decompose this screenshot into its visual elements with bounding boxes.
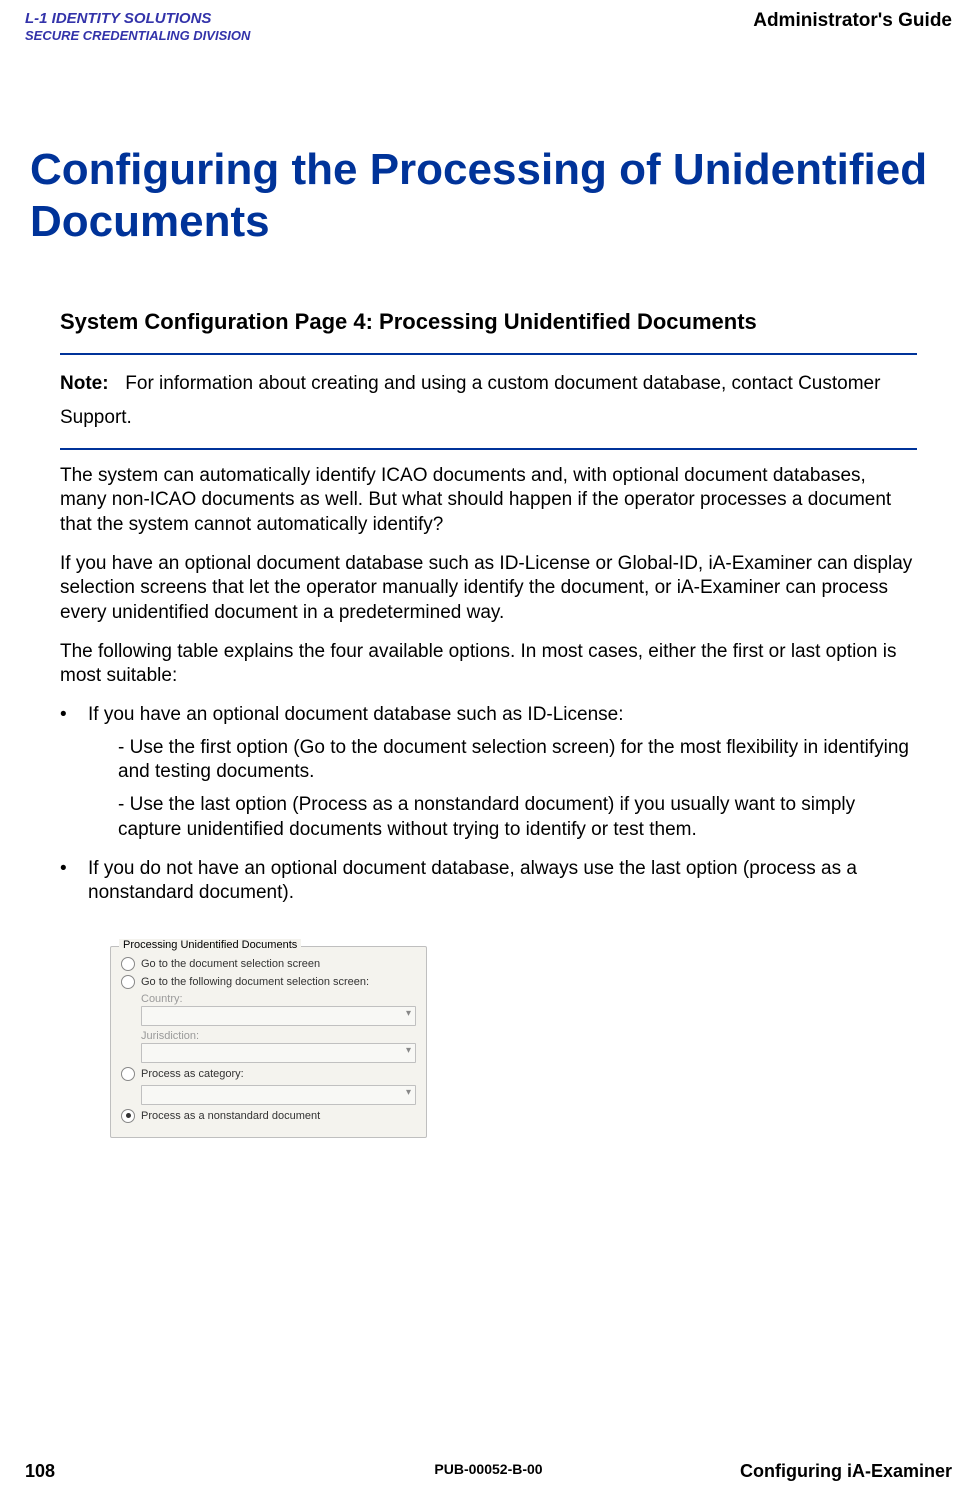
divider-bottom [60, 448, 917, 450]
jurisdiction-label: Jurisdiction: [141, 1030, 416, 1042]
page-number: 108 [25, 1461, 55, 1482]
bullet-item-1: If you have an optional document databas… [60, 703, 917, 842]
bullet-1-sub1: - Use the first option (Go to the docume… [118, 736, 917, 785]
paragraph-3: The following table explains the four av… [60, 640, 917, 689]
radio-icon-selected[interactable] [121, 1109, 135, 1123]
bullet-1-sub2: - Use the last option (Process as a nons… [118, 793, 917, 842]
panel-title: Processing Unidentified Documents [119, 939, 301, 951]
page-footer: 108 PUB-00052-B-00 Configuring iA-Examin… [0, 1461, 977, 1482]
logo-line2: SECURE CREDENTIALING DIVISION [25, 28, 250, 44]
publication-id: PUB-00052-B-00 [434, 1461, 542, 1477]
radio-option-3-label: Process as category: [141, 1068, 244, 1080]
page-title: Configuring the Processing of Unidentifi… [30, 144, 977, 250]
bullet-list: If you have an optional document databas… [60, 703, 917, 906]
logo-line1: L-1 IDENTITY SOLUTIONS [25, 10, 250, 28]
jurisdiction-combobox[interactable] [141, 1043, 416, 1063]
radio-icon[interactable] [121, 975, 135, 989]
radio-option-2-row[interactable]: Go to the following document selection s… [121, 975, 416, 989]
section-subtitle: System Configuration Page 4: Processing … [60, 309, 917, 335]
radio-option-1-label: Go to the document selection screen [141, 958, 320, 970]
brand-logo: L-1 IDENTITY SOLUTIONS SECURE CREDENTIAL… [25, 10, 250, 44]
radio-option-3-row[interactable]: Process as category: [121, 1067, 416, 1081]
radio-icon[interactable] [121, 1067, 135, 1081]
paragraph-1: The system can automatically identify IC… [60, 464, 917, 538]
radio-option-2-label: Go to the following document selection s… [141, 976, 369, 988]
radio-icon[interactable] [121, 957, 135, 971]
note-text: For information about creating and using… [60, 373, 880, 428]
country-label: Country: [141, 993, 416, 1005]
radio-option-1-row[interactable]: Go to the document selection screen [121, 957, 416, 971]
bullet-2-text: If you do not have an optional document … [88, 857, 917, 906]
bullet-item-2: If you do not have an optional document … [60, 857, 917, 906]
radio-option-4-label: Process as a nonstandard document [141, 1110, 320, 1122]
divider-top [60, 353, 917, 355]
note-block: Note: For information about creating and… [60, 367, 917, 435]
category-combobox[interactable] [141, 1085, 416, 1105]
radio-option-4-row[interactable]: Process as a nonstandard document [121, 1109, 416, 1123]
note-label: Note: [60, 367, 120, 401]
page-header: L-1 IDENTITY SOLUTIONS SECURE CREDENTIAL… [0, 0, 977, 44]
paragraph-2: If you have an optional document databas… [60, 552, 917, 626]
config-panel: Processing Unidentified Documents Go to … [110, 946, 427, 1138]
header-guide-title: Administrator's Guide [753, 10, 952, 32]
footer-section: Configuring iA-Examiner [740, 1461, 952, 1482]
bullet-1-intro: If you have an optional document databas… [88, 704, 624, 725]
country-combobox[interactable] [141, 1006, 416, 1026]
